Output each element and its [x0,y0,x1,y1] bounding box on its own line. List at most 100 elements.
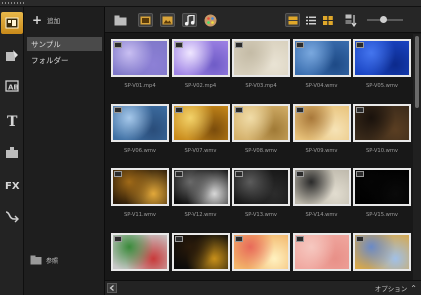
folder-item-label: サンプル [31,39,61,49]
clip-thumbnail[interactable] [353,168,411,206]
library-panel: AB T FX + 追加 サンプル フォルダー 参照 SP-V01.mp4 SP… [0,0,421,295]
clip-item[interactable] [168,228,232,281]
clip-item[interactable] [289,228,353,281]
instant-project-icon [6,50,18,61]
video-clip-icon [174,235,183,242]
clip-thumbnail[interactable] [292,103,351,142]
rail-fx-button[interactable]: FX [1,173,23,195]
svg-text:FX: FX [5,181,20,192]
video-filter-icon [140,16,151,24]
clip-item[interactable]: SP-V04.wmv [289,34,353,100]
clip-item[interactable]: SP-V15.wmv [349,163,413,229]
rail-transition-button[interactable] [1,141,23,163]
folder-item-label: フォルダー [31,55,69,65]
options-button[interactable]: オプション ⌃ [375,283,417,294]
plus-icon: + [32,13,43,27]
clip-item[interactable]: SP-V14.wmv [289,163,353,229]
clip-thumbnail[interactable] [111,232,169,271]
thumbnail-view-button[interactable] [285,13,300,27]
clip-thumbnail[interactable] [232,103,290,142]
clip-item[interactable]: SP-V12.wmv [168,163,232,229]
clip-item[interactable]: SP-V08.wmv [228,99,292,165]
library-rail: AB T FX [0,7,24,295]
folder-button[interactable] [113,13,128,27]
clip-thumbnail[interactable] [171,168,230,206]
rail-text-button[interactable]: AB [1,75,23,97]
library-toolbar [105,7,421,33]
clip-item[interactable]: SP-V10.wmv [349,99,413,165]
clip-item[interactable]: SP-V06.wmv [107,99,171,165]
video-clip-icon [356,106,364,113]
clip-item[interactable] [228,228,292,281]
detail-view-button[interactable] [320,13,335,27]
text-title-icon: AB [5,80,19,92]
folder-panel: + 追加 サンプル フォルダー 参照 [24,7,105,295]
clip-label: SP-V10.wmv [365,147,399,154]
clip-thumbnail[interactable] [292,232,351,271]
clip-thumbnail[interactable] [353,232,411,271]
add-folder-button[interactable]: + 追加 [24,7,105,33]
video-clip-icon [235,171,243,177]
list-view-button[interactable] [303,13,318,27]
clip-item[interactable] [349,228,413,281]
clip-item[interactable]: SP-V07.wmv [168,99,232,165]
sort-button[interactable] [343,13,358,27]
browse-button[interactable]: 参照 [24,251,105,269]
clip-label: SP-V05.wmv [365,83,399,89]
video-clip-icon [235,235,243,242]
clip-thumbnail[interactable] [171,39,230,77]
clip-label: SP-V11.wmv [123,212,157,218]
svg-text:T: T [7,114,18,128]
clip-item[interactable] [107,228,171,281]
clip-thumbnail[interactable] [353,103,411,142]
grid-scrollbar[interactable] [413,34,421,280]
collapse-panel-button[interactable] [107,283,117,293]
folder-item-sample[interactable]: サンプル [27,37,102,51]
grip-dots [2,2,26,4]
clip-thumbnail[interactable] [292,39,351,77]
clip-item[interactable]: SP-V13.wmv [228,163,292,229]
rail-path-button[interactable] [1,205,23,227]
clip-thumbnail[interactable] [232,39,290,77]
clip-label: SP-V03.mp4 [245,83,277,89]
clip-thumbnail[interactable] [292,168,351,206]
clip-thumbnail[interactable] [232,232,290,271]
clip-item[interactable]: SP-V01.mp4 [107,34,171,100]
clip-item[interactable]: SP-V09.wmv [289,99,353,165]
clip-thumbnail[interactable] [232,168,290,206]
clip-thumbnail[interactable] [111,103,169,142]
clip-thumbnail[interactable] [111,39,169,77]
clip-item[interactable]: SP-V11.wmv [107,163,171,229]
panel-grip[interactable] [0,0,421,7]
clip-item[interactable]: SP-V05.wmv [349,34,413,100]
color-filter-button[interactable] [203,13,218,27]
rail-title-button[interactable]: T [1,109,23,131]
clip-item[interactable]: SP-V02.mp4 [168,34,232,100]
clip-label: SP-V08.wmv [244,147,278,154]
browse-label: 参照 [46,257,59,265]
video-clip-icon [235,106,243,113]
video-filter-button[interactable] [138,13,153,27]
rail-media-button[interactable] [1,12,23,34]
grid-scrollbar-thumb[interactable] [415,36,419,108]
rail-instant-project-button[interactable] [1,45,23,67]
sort-icon [345,14,356,27]
video-clip-icon [356,235,364,242]
video-clip-icon [295,171,304,177]
photo-filter-button[interactable] [160,13,175,27]
clip-thumbnail[interactable] [111,168,169,206]
audio-filter-button[interactable] [182,13,197,27]
clip-thumbnail[interactable] [171,232,230,271]
video-clip-icon [356,171,364,177]
clip-label: SP-V06.wmv [123,147,157,154]
clip-thumbnail[interactable] [353,39,411,77]
thumbnail-size-slider[interactable] [367,16,403,23]
thumbnail-size-slider-handle[interactable] [380,16,387,23]
folder-item-folder[interactable]: フォルダー [27,53,102,67]
title-icon: T [7,114,18,128]
fx-filter-icon: FX [5,181,20,192]
clip-item[interactable]: SP-V03.mp4 [228,34,292,100]
video-clip-icon [114,42,122,48]
video-clip-icon [114,235,122,242]
clip-thumbnail[interactable] [171,103,230,142]
